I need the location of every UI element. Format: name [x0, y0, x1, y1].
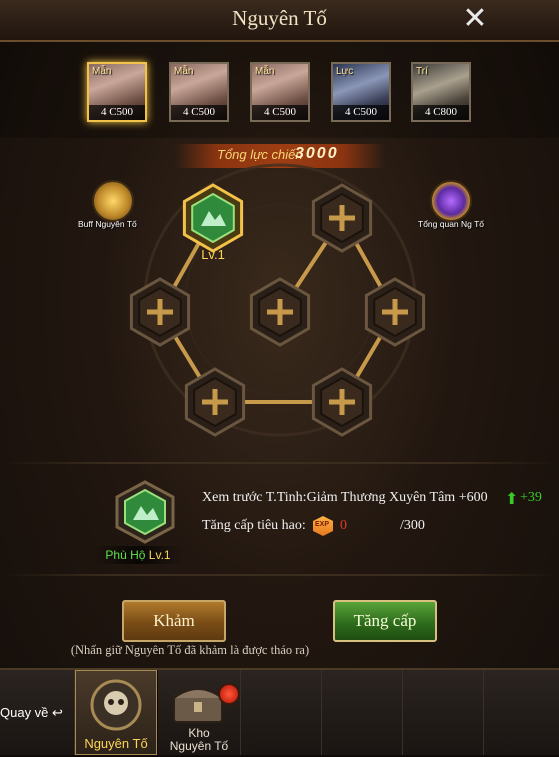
element-overview-icon[interactable]	[430, 180, 472, 222]
cost-max: /300	[400, 518, 425, 533]
notification-badge	[218, 683, 240, 705]
hint-text: (Nhấn giữ Nguyên Tố đã khảm là được tháo…	[70, 643, 310, 657]
divider	[0, 462, 559, 464]
guardian-label: Phù Hộ Lv.1	[92, 546, 184, 564]
empty-nav-cell	[322, 670, 403, 755]
empty-nav-cell	[403, 670, 484, 755]
element-slot-empty[interactable]	[311, 367, 373, 437]
element-overview-label: Tổng quan Ng Tố	[418, 219, 484, 229]
slot-level-label: Lv.1	[201, 247, 225, 262]
upgrade-button[interactable]: Tăng cấp	[333, 600, 437, 642]
preview-label: Xem trước T.Tinh:	[202, 490, 307, 505]
exp-icon: EXP	[313, 516, 333, 536]
element-slot-empty[interactable]	[311, 183, 373, 253]
divider	[0, 574, 559, 576]
back-arrow-icon: ↩	[52, 705, 63, 720]
element-slot-empty[interactable]	[249, 277, 311, 347]
back-button[interactable]: Quay về ↩	[0, 705, 63, 721]
exp-icon-text: EXP	[315, 521, 330, 528]
buff-element-icon[interactable]	[92, 180, 134, 222]
cost-value: 0	[340, 518, 347, 533]
element-slot-empty[interactable]	[129, 277, 191, 347]
inlay-button[interactable]: Khảm	[122, 600, 226, 642]
guardian-element-icon[interactable]	[113, 480, 177, 544]
tab-element-label: Nguyên Tố	[84, 736, 148, 751]
tab-storage-label-line2: Nguyên Tố	[169, 739, 229, 753]
buff-element-label: Buff Nguyên Tố	[78, 219, 137, 229]
cost-label: Tăng cấp tiêu hao:	[202, 518, 306, 533]
skull-shield-icon	[90, 679, 142, 731]
element-board	[129, 163, 426, 437]
chest-icon	[173, 688, 223, 723]
tab-storage-label: Kho Nguyên Tố	[158, 727, 240, 753]
guardian-name: Phù Hộ	[105, 548, 146, 562]
arrow-up-icon: ⬆	[505, 489, 519, 508]
back-label: Quay về	[0, 705, 49, 720]
element-panel: Nguyên Tố ✕ Mẫn 4 C500 Mẫn 4 C500 Mẫn 4 …	[0, 0, 559, 757]
element-slot-empty[interactable]	[364, 277, 426, 347]
element-slot-filled[interactable]	[182, 183, 244, 253]
empty-nav-cell	[484, 670, 559, 755]
preview-delta: +39	[520, 490, 542, 505]
empty-nav-cell	[241, 670, 322, 755]
preview-line: Xem trước T.Tinh:Giảm Thương Xuyên Tâm +…	[202, 490, 488, 506]
element-slot-empty[interactable]	[184, 367, 246, 437]
guardian-level: Lv.1	[148, 548, 171, 562]
preview-value: Giảm Thương Xuyên Tâm +600	[306, 490, 488, 505]
